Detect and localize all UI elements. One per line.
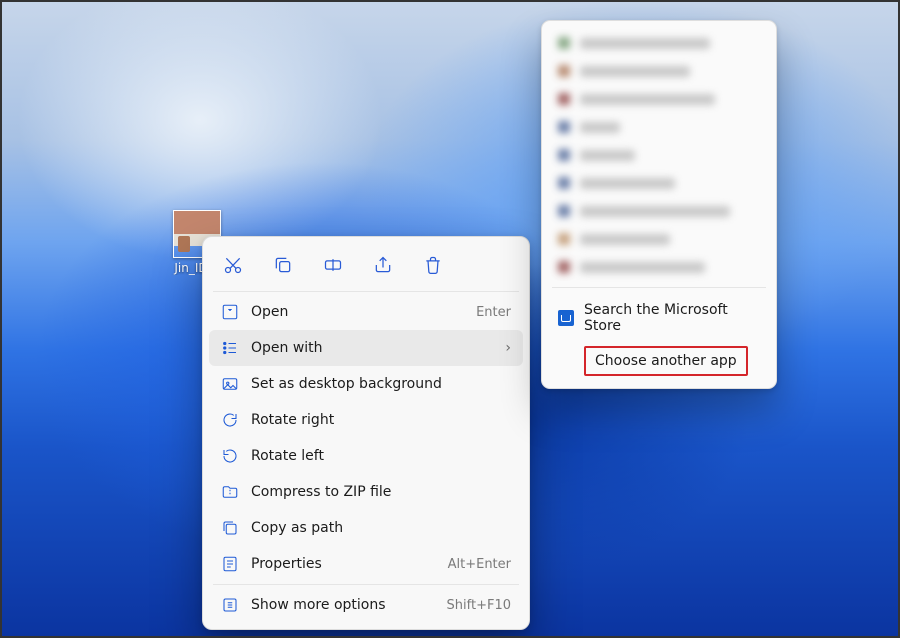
menu-item-open-with[interactable]: Open with ›	[209, 330, 523, 366]
app-icon	[558, 233, 570, 245]
app-icon	[558, 177, 570, 189]
rename-button[interactable]	[319, 251, 347, 279]
highlight-box: Choose another app	[584, 346, 748, 376]
share-button[interactable]	[369, 251, 397, 279]
properties-icon	[221, 555, 239, 573]
menu-item-label: Rotate left	[251, 448, 511, 464]
menu-item-label: Compress to ZIP file	[251, 484, 511, 500]
app-label-blurred	[580, 150, 635, 161]
app-label-blurred	[580, 206, 730, 217]
desktop: Jin_ID… Open Enter	[0, 0, 900, 638]
app-label-blurred	[580, 178, 675, 189]
context-toolbar	[209, 243, 523, 289]
app-label-blurred	[580, 122, 620, 133]
zip-icon	[221, 483, 239, 501]
menu-item-accel: Shift+F10	[447, 598, 511, 613]
separator	[213, 584, 519, 585]
flyout-item-app[interactable]	[550, 169, 768, 197]
rename-icon	[323, 255, 343, 275]
delete-icon	[423, 255, 443, 275]
cut-button[interactable]	[219, 251, 247, 279]
flyout-item-app[interactable]	[550, 85, 768, 113]
flyout-item-choose-app[interactable]: Choose another app	[550, 342, 768, 380]
menu-item-accel: Enter	[476, 305, 511, 320]
app-label-blurred	[580, 66, 690, 77]
separator	[213, 291, 519, 292]
context-menu: Open Enter Open with › Set as desktop ba…	[202, 236, 530, 630]
menu-item-label: Rotate right	[251, 412, 511, 428]
menu-item-more-options[interactable]: Show more options Shift+F10	[209, 587, 523, 623]
flyout-item-app[interactable]	[550, 141, 768, 169]
app-icon	[558, 65, 570, 77]
menu-item-label: Set as desktop background	[251, 376, 511, 392]
more-options-icon	[221, 596, 239, 614]
menu-item-label: Open	[251, 304, 464, 320]
chevron-right-icon: ›	[505, 340, 511, 356]
app-icon	[558, 93, 570, 105]
rotate-right-icon	[221, 411, 239, 429]
app-icon	[558, 121, 570, 133]
app-icon	[558, 37, 570, 49]
copy-button[interactable]	[269, 251, 297, 279]
menu-item-accel: Alt+Enter	[448, 557, 511, 572]
menu-item-label: Properties	[251, 556, 436, 572]
menu-item-label: Show more options	[251, 597, 435, 613]
app-label-blurred	[580, 262, 705, 273]
menu-item-label: Copy as path	[251, 520, 511, 536]
flyout-item-app[interactable]	[550, 197, 768, 225]
copy-path-icon	[221, 519, 239, 537]
menu-item-label: Open with	[251, 340, 493, 356]
menu-item-properties[interactable]: Properties Alt+Enter	[209, 546, 523, 582]
flyout-item-app[interactable]	[550, 113, 768, 141]
menu-item-copy-path[interactable]: Copy as path	[209, 510, 523, 546]
copy-icon	[273, 255, 293, 275]
picture-icon	[221, 375, 239, 393]
app-label-blurred	[580, 234, 670, 245]
menu-item-set-background[interactable]: Set as desktop background	[209, 366, 523, 402]
app-list-blurred	[550, 29, 768, 281]
separator	[552, 287, 766, 288]
microsoft-store-icon	[558, 310, 574, 326]
flyout-item-search-store[interactable]: Search the Microsoft Store	[550, 294, 768, 342]
menu-item-rotate-left[interactable]: Rotate left	[209, 438, 523, 474]
flyout-item-label: Choose another app	[595, 353, 737, 369]
app-label-blurred	[580, 38, 710, 49]
app-icon	[558, 149, 570, 161]
app-icon	[558, 261, 570, 273]
flyout-item-label: Search the Microsoft Store	[584, 302, 760, 334]
flyout-item-app[interactable]	[550, 253, 768, 281]
menu-item-compress[interactable]: Compress to ZIP file	[209, 474, 523, 510]
flyout-item-app[interactable]	[550, 57, 768, 85]
menu-item-open[interactable]: Open Enter	[209, 294, 523, 330]
menu-item-rotate-right[interactable]: Rotate right	[209, 402, 523, 438]
app-label-blurred	[580, 94, 715, 105]
app-icon	[558, 205, 570, 217]
cut-icon	[223, 255, 243, 275]
open-icon	[221, 303, 239, 321]
flyout-item-app[interactable]	[550, 225, 768, 253]
rotate-left-icon	[221, 447, 239, 465]
share-icon	[373, 255, 393, 275]
delete-button[interactable]	[419, 251, 447, 279]
flyout-item-app[interactable]	[550, 29, 768, 57]
open-with-icon	[221, 339, 239, 357]
open-with-flyout: Search the Microsoft Store Choose anothe…	[541, 20, 777, 389]
